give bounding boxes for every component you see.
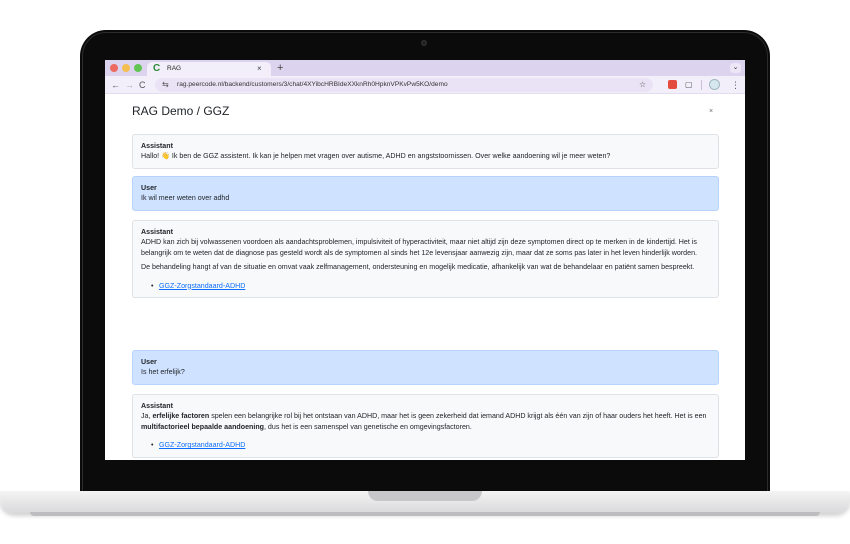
source-list-item: GGZ-Zorgstandaard-ADHD — [151, 281, 710, 292]
window-maximize-button[interactable] — [134, 64, 142, 72]
tab-search-icon[interactable]: ⌄ — [730, 63, 741, 73]
address-bar[interactable]: ⇆ rag.peercode.nl/backend/customers/3/ch… — [155, 78, 653, 92]
tab-close-icon[interactable]: × — [257, 64, 262, 74]
extension-icon[interactable] — [668, 80, 677, 89]
bold-text: erfelijke factoren — [152, 412, 210, 421]
source-list: GGZ-Zorgstandaard-ADHD — [141, 440, 710, 451]
source-list-item: GGZ-Zorgstandaard-ADHD — [151, 440, 710, 451]
browser-menu-icon[interactable]: ⋮ — [731, 79, 740, 91]
message-paragraph: ADHD kan zich bij volwassenen voordoen a… — [141, 238, 697, 257]
message-paragraph: Ja, erfelijke factoren spelen een belang… — [141, 411, 710, 432]
tab-title: RAG — [167, 65, 182, 72]
toolbar-divider — [701, 80, 702, 90]
message-text: Ik wil meer weten over adhd — [141, 194, 230, 203]
profile-avatar[interactable] — [709, 79, 720, 90]
site-info-icon[interactable]: ⇆ — [162, 79, 169, 91]
close-icon[interactable]: × — [709, 108, 713, 116]
message-role: Assistant — [141, 228, 173, 236]
chat-message-assistant: Assistant Ja, erfelijke factoren spelen … — [132, 394, 719, 458]
chat-message-assistant: Assistant Hallo! 👋 Ik ben de GGZ assiste… — [132, 134, 719, 169]
window-minimize-button[interactable] — [122, 64, 130, 72]
source-link[interactable]: GGZ-Zorgstandaard-ADHD — [159, 441, 245, 449]
text-run: spelen een belangrijke rol bij het ontst… — [209, 412, 707, 421]
browser-tab-rag[interactable]: C RAG × — [147, 62, 271, 76]
page-title: RAG Demo / GGZ — [132, 104, 230, 118]
message-role: Assistant — [141, 142, 173, 150]
source-list: GGZ-Zorgstandaard-ADHD — [141, 281, 710, 292]
message-role: Assistant — [141, 402, 173, 410]
chat-page: RAG Demo / GGZ × Assistant Hallo! 👋 Ik b… — [105, 94, 745, 460]
message-paragraph: De behandeling hangt af van de situatie … — [141, 263, 695, 272]
message-text: Is het erfelijk? — [141, 368, 185, 377]
message-role: User — [141, 358, 157, 366]
back-arrow-icon[interactable]: ← — [111, 79, 120, 91]
new-tab-button[interactable]: + — [277, 62, 283, 74]
extensions-puzzle-icon[interactable]: ▢ — [685, 79, 693, 91]
window-close-button[interactable] — [110, 64, 118, 72]
forward-arrow-icon[interactable]: → — [125, 79, 134, 91]
bookmark-star-icon[interactable]: ☆ — [639, 79, 646, 91]
browser-tab-strip: C RAG × + ⌄ — [105, 60, 745, 76]
chat-message-user: User Ik wil meer weten over adhd — [132, 176, 719, 211]
site-favicon-icon: C — [153, 63, 161, 74]
source-link[interactable]: GGZ-Zorgstandaard-ADHD — [159, 282, 245, 290]
laptop-opening-notch — [368, 491, 482, 501]
text-run: , dus het is een samenspel van genetisch… — [263, 422, 472, 431]
text-run: Ja, — [141, 412, 153, 421]
laptop-base-shadow — [30, 512, 820, 516]
bold-text: multifactorieel bepaalde aandoening — [141, 422, 264, 431]
address-url[interactable]: rag.peercode.nl/backend/customers/3/chat… — [177, 79, 448, 91]
webcam-icon — [421, 40, 427, 46]
chat-message-assistant: Assistant ADHD kan zich bij volwassenen … — [132, 220, 719, 299]
browser-toolbar: ← → C ⇆ rag.peercode.nl/backend/customer… — [105, 76, 745, 94]
message-text: Hallo! 👋 Ik ben de GGZ assistent. Ik kan… — [141, 152, 611, 161]
laptop-screen: C RAG × + ⌄ ← → C ⇆ rag.peercode.nl/back… — [105, 60, 745, 460]
reload-icon[interactable]: C — [139, 79, 146, 91]
message-role: User — [141, 184, 157, 192]
chat-message-user: User Is het erfelijk? — [132, 350, 719, 385]
